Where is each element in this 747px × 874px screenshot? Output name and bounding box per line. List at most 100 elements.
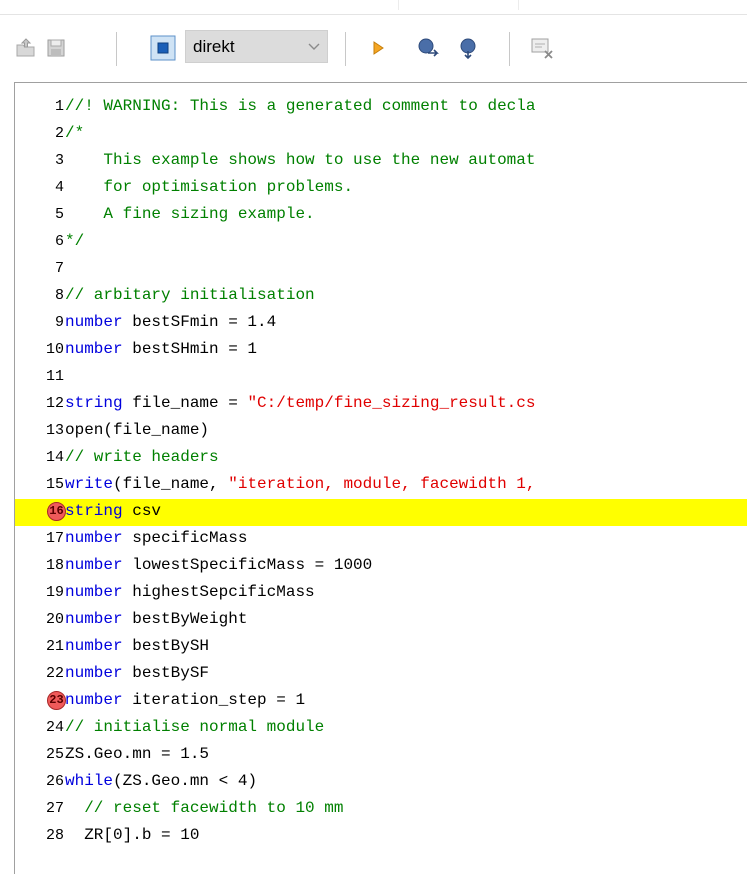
run-icon[interactable] — [364, 34, 392, 62]
code-text: write(file_name, "iteration, module, fac… — [65, 475, 535, 493]
code-token: while — [65, 772, 114, 790]
code-line[interactable]: 17 number specificMass — [15, 526, 747, 553]
code-line[interactable]: 13 open(file_name) — [15, 418, 747, 445]
code-token: bestBySF — [122, 664, 210, 682]
code-text: number iteration_step = 1 — [65, 691, 305, 709]
code-text: number bestByWeight — [65, 610, 247, 628]
code-line[interactable]: 3 This example shows how to use the new … — [15, 148, 747, 175]
code-editor[interactable]: 1//! WARNING: This is a generated commen… — [0, 82, 747, 874]
code-token: */ — [65, 232, 85, 250]
code-line[interactable]: 24// initialise normal module — [15, 715, 747, 742]
code-text: while(ZS.Geo.mn < 4) — [65, 772, 257, 790]
save-icon[interactable] — [42, 34, 70, 62]
code-token: (ZS.Geo.mn < 4) — [113, 772, 258, 790]
code-line[interactable]: 14// write headers — [15, 445, 747, 472]
code-text: // initialise normal module — [65, 718, 324, 736]
code-text: string file_name = "C:/temp/fine_sizing_… — [65, 394, 535, 412]
code-line[interactable]: 16 string csv — [15, 499, 747, 526]
line-number: 28 — [45, 827, 64, 844]
code-line[interactable]: 12 string file_name = "C:/temp/fine_sizin… — [15, 391, 747, 418]
code-token: ZR[0].b = 10 — [65, 826, 200, 844]
code-token: number — [65, 529, 123, 547]
code-token: number — [65, 556, 123, 574]
line-number: 18 — [45, 557, 64, 574]
code-token: "iteration, module, facewidth 1, — [228, 475, 536, 493]
line-number: 22 — [45, 665, 64, 682]
line-number: 25 — [45, 746, 64, 763]
breakpoint-marker[interactable]: 23 — [47, 691, 66, 710]
code-text: number bestBySF — [65, 664, 209, 682]
code-line[interactable]: 11 — [15, 364, 747, 391]
code-token: number — [65, 637, 123, 655]
line-number: 2 — [54, 125, 64, 142]
line-number: 26 — [45, 773, 64, 790]
line-number: 27 — [45, 800, 64, 817]
code-text: // arbitary initialisation — [65, 286, 315, 304]
code-line[interactable]: 23 number iteration_step = 1 — [15, 688, 747, 715]
code-token: open(file_name) — [65, 421, 210, 439]
line-number: 10 — [45, 341, 64, 358]
code-token: for optimisation problems. — [65, 178, 354, 196]
code-token: number — [65, 313, 123, 331]
code-line[interactable]: 15 write(file_name, "iteration, module, f… — [15, 472, 747, 499]
code-text: number specificMass — [65, 529, 247, 547]
code-text: number bestSHmin = 1 — [65, 340, 257, 358]
breakpoint-marker[interactable]: 16 — [47, 502, 66, 521]
code-token: highestSepcificMass — [122, 583, 315, 601]
code-line[interactable]: 5 A fine sizing example. — [15, 202, 747, 229]
code-line[interactable]: 18 number lowestSpecificMass = 1000 — [15, 553, 747, 580]
code-token: string — [65, 394, 123, 412]
code-line[interactable]: 22 number bestBySF — [15, 661, 747, 688]
line-number: 17 — [45, 530, 64, 547]
code-text: for optimisation problems. — [65, 178, 353, 196]
code-token: A fine sizing example. — [65, 205, 315, 223]
code-token: number — [65, 610, 123, 628]
line-number: 20 — [45, 611, 64, 628]
step-over-icon[interactable] — [414, 34, 442, 62]
code-text: number bestBySH — [65, 637, 209, 655]
code-token: number — [65, 691, 123, 709]
code-line[interactable]: 20 number bestByWeight — [15, 607, 747, 634]
code-line[interactable]: 2/* — [15, 121, 747, 148]
line-number: 13 — [45, 422, 64, 439]
open-folder-icon[interactable] — [12, 34, 40, 62]
code-line[interactable]: 27 // reset facewidth to 10 mm — [15, 796, 747, 823]
code-line[interactable]: 19 number highestSepcificMass — [15, 580, 747, 607]
code-line[interactable]: 9 number bestSFmin = 1.4 — [15, 310, 747, 337]
code-text: open(file_name) — [65, 421, 209, 439]
step-into-icon[interactable] — [455, 34, 483, 62]
code-text: ZS.Geo.mn = 1.5 — [65, 745, 209, 763]
toolbar-separator — [116, 32, 117, 66]
code-text: number highestSepcificMass — [65, 583, 315, 601]
code-line[interactable]: 25 ZS.Geo.mn = 1.5 — [15, 742, 747, 769]
clear-breakpoints-icon[interactable] — [529, 34, 557, 62]
line-number: 1 — [54, 98, 64, 115]
line-number: 7 — [54, 260, 64, 277]
toolbar: direkt — [0, 22, 747, 74]
code-text: //! WARNING: This is a generated comment… — [65, 97, 535, 115]
code-line[interactable]: 28 ZR[0].b = 10 — [15, 823, 747, 850]
code-token: // arbitary initialisation — [65, 286, 315, 304]
code-line[interactable]: 26 while(ZS.Geo.mn < 4) — [15, 769, 747, 796]
code-text: string csv — [65, 502, 161, 520]
code-text: */ — [65, 232, 84, 250]
toolbar-separator — [345, 32, 346, 66]
run-mode-dropdown[interactable]: direkt — [185, 30, 328, 63]
code-token: bestSFmin = 1.4 — [122, 313, 277, 331]
code-line[interactable]: 21 number bestBySH — [15, 634, 747, 661]
code-line[interactable]: 7 — [15, 256, 747, 283]
code-line[interactable]: 6 */ — [15, 229, 747, 256]
stop-icon[interactable] — [149, 34, 177, 62]
code-token: bestByWeight — [122, 610, 248, 628]
toolbar-separator — [509, 32, 510, 66]
code-token: lowestSpecificMass = 1000 — [122, 556, 373, 574]
code-token: //! WARNING: This is a generated comment… — [65, 97, 536, 115]
code-line[interactable]: 10 number bestSHmin = 1 — [15, 337, 747, 364]
line-number: 6 — [54, 233, 64, 250]
code-line[interactable]: 8// arbitary initialisation — [15, 283, 747, 310]
code-token: bestBySH — [122, 637, 210, 655]
code-token: bestSHmin = 1 — [122, 340, 258, 358]
code-line[interactable]: 4 for optimisation problems. — [15, 175, 747, 202]
code-line[interactable]: 1//! WARNING: This is a generated commen… — [15, 94, 747, 121]
run-mode-value: direkt — [193, 36, 235, 56]
